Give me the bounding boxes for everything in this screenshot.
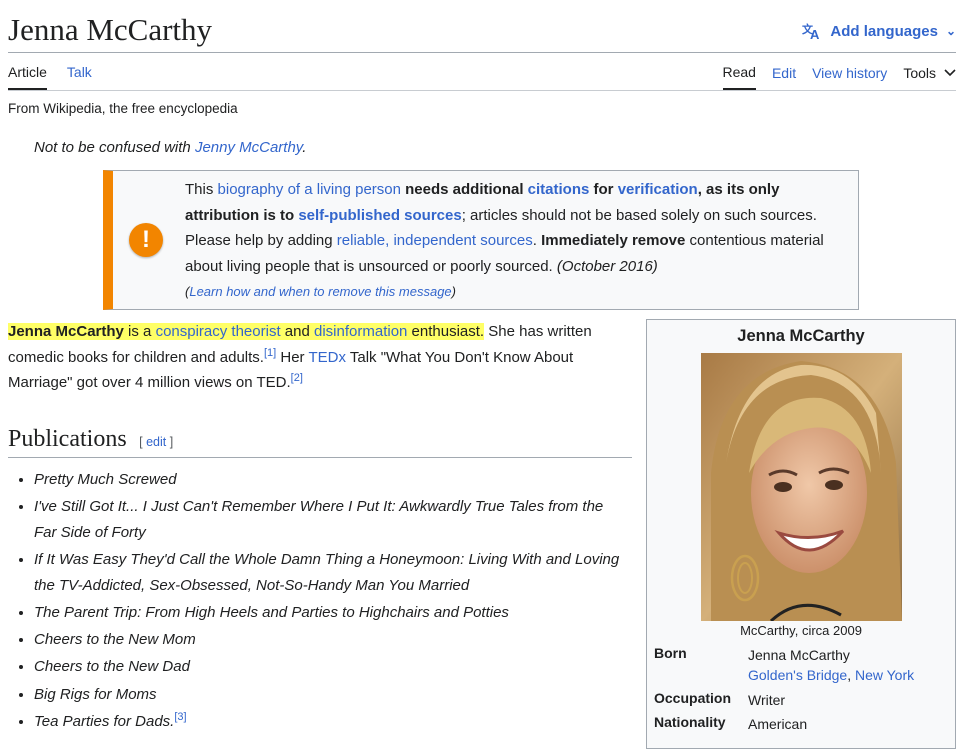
hatnote-suffix: . — [302, 139, 307, 156]
hatnote: Not to be confused with Jenny McCarthy. — [34, 139, 306, 156]
maintenance-notice: ! This biography of a living person need… — [103, 170, 859, 310]
list-item: If It Was Easy They'd Call the Whole Dam… — [34, 547, 628, 598]
nationality-value: American — [748, 716, 808, 732]
view-tabs: Read Edit View history Tools — [722, 64, 957, 90]
svg-text:A: A — [810, 27, 820, 40]
lead-paragraph: Jenna McCarthy is a conspiracy theorist … — [8, 319, 636, 396]
translate-icon: 文 A — [802, 22, 820, 40]
link-reliable-sources[interactable]: reliable, independent sources — [337, 232, 533, 249]
list-item: Big Rigs for Moms — [34, 682, 628, 708]
born-separator: , — [847, 667, 855, 683]
link-disinformation[interactable]: disinformation — [314, 323, 407, 340]
learn-close: ) — [451, 284, 457, 299]
nationality-label: Nationality — [654, 714, 726, 730]
link-citations[interactable]: citations — [528, 181, 590, 198]
tab-read[interactable]: Read — [722, 64, 756, 90]
notice-bold-4: Immediately remove — [541, 232, 686, 249]
tools-menu[interactable]: Tools — [903, 65, 956, 89]
notice-bold-2: for — [589, 181, 618, 198]
infobox-row-born: Born Jenna McCarthy Golden's Bridge, New… — [654, 645, 914, 685]
tab-article[interactable]: Article — [8, 64, 47, 90]
lead-text-2: and — [280, 323, 314, 340]
subject-name: Jenna McCarthy — [8, 323, 124, 340]
born-name: Jenna McCarthy — [748, 647, 850, 663]
tab-edit[interactable]: Edit — [772, 65, 796, 89]
chevron-down-icon: ⌄ — [945, 24, 956, 38]
notice-date: (October 2016) — [556, 257, 658, 275]
lead-text-3: enthusiast. — [407, 323, 485, 340]
publications-heading: Publications [ edit ] — [8, 426, 632, 458]
link-goldens-bridge[interactable]: Golden's Bridge — [748, 667, 847, 683]
infobox: Jenna McCarthy McCarthy, circa 2009 Born… — [646, 319, 956, 749]
tab-view-history[interactable]: View history — [812, 65, 887, 89]
chevron-down-icon — [944, 69, 956, 77]
infobox-row-nationality: Nationality American — [654, 714, 807, 734]
hatnote-prefix: Not to be confused with — [34, 139, 195, 156]
site-subtitle: From Wikipedia, the free encyclopedia — [8, 101, 238, 116]
tools-label: Tools — [903, 65, 936, 81]
portrait-photo[interactable] — [701, 353, 902, 621]
link-conspiracy-theorist[interactable]: conspiracy theorist — [156, 323, 281, 340]
list-item: Tea Parties for Dads.[3] — [34, 709, 628, 735]
infobox-title: Jenna McCarthy — [737, 327, 865, 345]
born-label: Born — [654, 645, 687, 661]
title-divider — [8, 52, 956, 53]
notice-text-3: . — [532, 232, 542, 249]
notice-text-1: This — [185, 181, 218, 198]
warning-icon: ! — [129, 223, 163, 257]
link-self-published-sources[interactable]: self-published sources — [298, 207, 461, 224]
photo-caption: McCarthy, circa 2009 — [740, 623, 862, 638]
link-new-york[interactable]: New York — [855, 667, 914, 683]
tabs-divider — [8, 90, 956, 91]
occupation-label: Occupation — [654, 690, 732, 706]
list-item: Cheers to the New Dad — [34, 654, 628, 680]
infobox-row-occupation: Occupation Writer — [654, 690, 785, 710]
link-tedx[interactable]: TEDx — [308, 349, 346, 366]
list-item: The Parent Trip: From High Heels and Par… — [34, 600, 628, 626]
link-biography-living-person[interactable]: biography of a living person — [218, 181, 401, 198]
reference-3[interactable]: [3] — [174, 711, 186, 723]
list-item: Cheers to the New Mom — [34, 627, 628, 653]
publication-title: Tea Parties for Dads. — [34, 713, 175, 731]
publications-list: Pretty Much Screwed I've Still Got It...… — [8, 467, 628, 736]
lead-text-1: is a — [123, 323, 156, 340]
edit-bracket-close: ] — [166, 435, 174, 449]
add-languages-label: Add languages — [830, 22, 938, 40]
link-verification[interactable]: verification — [618, 181, 698, 198]
learn-remove-link[interactable]: Learn how and when to remove this messag… — [189, 284, 451, 299]
occupation-value: Writer — [748, 692, 786, 708]
notice-bold-1: needs additional — [400, 181, 528, 198]
namespace-tabs: Article Talk — [8, 64, 92, 90]
reference-1[interactable]: [1] — [264, 347, 276, 359]
page-title: Jenna McCarthy — [8, 12, 213, 47]
list-item: I've Still Got It... I Just Can't Rememb… — [34, 494, 628, 545]
lead-text-5: Her — [276, 348, 309, 366]
tab-talk[interactable]: Talk — [67, 64, 92, 90]
section-title: Publications — [8, 426, 127, 452]
add-languages-button[interactable]: 文 A Add languages ⌄ — [802, 22, 956, 40]
section-edit-link[interactable]: edit — [146, 435, 166, 449]
reference-2[interactable]: [2] — [291, 372, 303, 384]
notice-text: This biography of a living person needs … — [185, 177, 844, 305]
list-item: Pretty Much Screwed — [34, 467, 628, 493]
hatnote-link[interactable]: Jenny McCarthy — [195, 139, 302, 156]
